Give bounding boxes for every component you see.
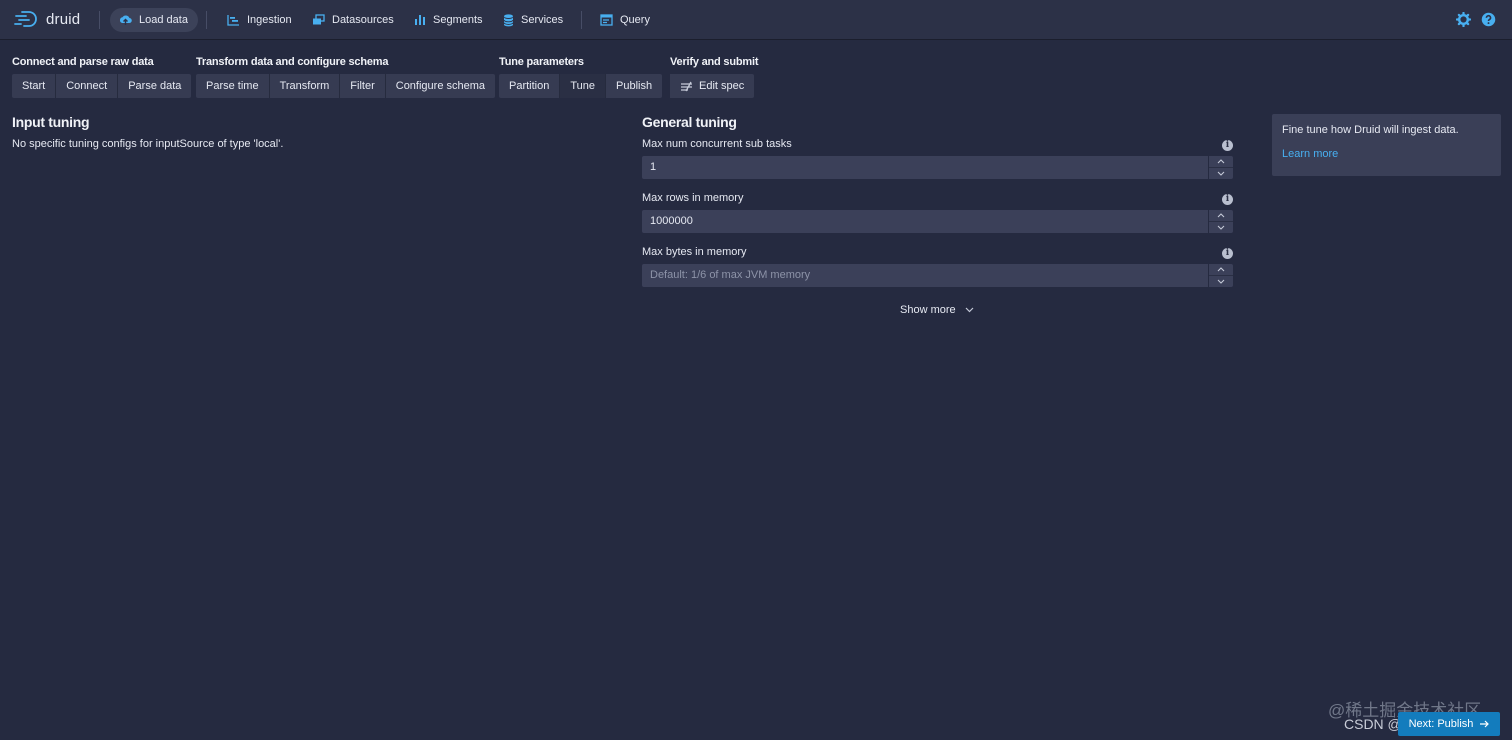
- chevron-up-icon: [1217, 267, 1225, 272]
- nav-divider: [206, 11, 207, 29]
- step-edit-spec-button[interactable]: Edit spec: [670, 74, 755, 98]
- stacked-chart-icon: [415, 15, 425, 25]
- step-connect-button[interactable]: Connect: [56, 74, 119, 98]
- step-group-transform: Transform data and configure schema Pars…: [196, 56, 496, 98]
- chevron-down-icon: [965, 307, 974, 313]
- step-group-verify: Verify and submit Edit spec: [670, 56, 758, 98]
- step-tune-button[interactable]: Tune: [560, 74, 607, 98]
- info-icon[interactable]: i: [1222, 248, 1233, 259]
- nav-divider: [99, 11, 100, 29]
- edit-spec-icon: [681, 81, 692, 91]
- database-icon: [503, 13, 514, 26]
- input-tuning-title: Input tuning: [12, 114, 90, 130]
- learn-more-link[interactable]: Learn more: [1282, 148, 1338, 160]
- chevron-down-icon: [1217, 171, 1225, 176]
- nav-services[interactable]: Services: [503, 8, 563, 32]
- next-button-label: Next: Publish: [1408, 718, 1474, 730]
- field-label: Max rows in memory: [642, 192, 744, 204]
- info-callout: Fine tune how Druid will ingest data. Le…: [1272, 114, 1501, 176]
- help-icon[interactable]: [1481, 12, 1496, 27]
- number-stepper: [1209, 264, 1233, 287]
- nav-segments-label: Segments: [433, 14, 483, 26]
- chevron-down-icon: [1217, 225, 1225, 230]
- nav-query-label: Query: [620, 14, 650, 26]
- increment-button[interactable]: [1209, 264, 1233, 276]
- nav-load-data-label: Load data: [139, 14, 188, 26]
- info-icon[interactable]: i: [1222, 194, 1233, 205]
- nav-load-data[interactable]: Load data: [110, 8, 198, 32]
- nav-datasources[interactable]: Datasources: [312, 8, 394, 32]
- step-group-connect: Connect and parse raw data Start Connect…: [12, 56, 192, 98]
- number-stepper: [1209, 210, 1233, 233]
- csdn-watermark: CSDN @: [1344, 716, 1402, 732]
- input-tuning-text: No specific tuning configs for inputSour…: [12, 138, 284, 150]
- cloud-upload-icon: [119, 15, 132, 25]
- druid-logo-icon: [14, 11, 37, 27]
- callout-text: Fine tune how Druid will ingest data.: [1282, 124, 1459, 136]
- chevron-down-icon: [1217, 279, 1225, 284]
- nav-datasources-label: Datasources: [332, 14, 394, 26]
- chevron-up-icon: [1217, 213, 1225, 218]
- step-filter-button[interactable]: Filter: [340, 74, 386, 98]
- top-navbar: druid Load data Ingestion Datasources Se…: [0, 0, 1512, 39]
- step-edit-spec-label: Edit spec: [699, 80, 745, 92]
- nav-segments[interactable]: Segments: [414, 8, 483, 32]
- nav-query[interactable]: Query: [600, 8, 650, 32]
- step-group-title: Connect and parse raw data: [12, 56, 154, 68]
- multi-select-icon: [313, 14, 325, 25]
- nav-ingestion[interactable]: Ingestion: [227, 8, 292, 32]
- step-group-tune: Tune parameters Partition Tune Publish: [499, 56, 663, 98]
- nav-ingestion-label: Ingestion: [247, 14, 292, 26]
- decrement-button[interactable]: [1209, 222, 1233, 233]
- chevron-up-icon: [1217, 159, 1225, 164]
- step-group-title: Transform data and configure schema: [196, 56, 389, 68]
- field-label: Max num concurrent sub tasks: [642, 138, 792, 150]
- step-group-title: Verify and submit: [670, 56, 759, 68]
- step-transform-button[interactable]: Transform: [269, 74, 341, 98]
- nav-services-label: Services: [521, 14, 564, 26]
- application-icon: [600, 14, 613, 26]
- next-publish-button[interactable]: Next: Publish: [1398, 712, 1500, 736]
- max-rows-in-memory-input[interactable]: 1000000: [642, 210, 1208, 233]
- step-start-button[interactable]: Start: [12, 74, 57, 98]
- step-parse-data-button[interactable]: Parse data: [118, 74, 192, 98]
- general-tuning-title: General tuning: [642, 114, 737, 130]
- increment-button[interactable]: [1209, 210, 1233, 222]
- max-bytes-in-memory-input[interactable]: Default: 1/6 of max JVM memory: [642, 264, 1208, 287]
- logo-text: druid: [46, 10, 81, 28]
- step-publish-button[interactable]: Publish: [606, 74, 663, 98]
- nav-divider: [581, 11, 582, 29]
- cog-icon[interactable]: [1456, 12, 1471, 27]
- gantt-chart-icon: [227, 15, 239, 26]
- decrement-button[interactable]: [1209, 276, 1233, 287]
- step-configure-schema-button[interactable]: Configure schema: [385, 74, 496, 98]
- info-icon[interactable]: i: [1222, 140, 1233, 151]
- max-num-concurrent-sub-tasks-input[interactable]: 1: [642, 156, 1208, 179]
- number-stepper: [1209, 156, 1233, 179]
- druid-logo[interactable]: druid: [14, 9, 80, 29]
- step-parse-time-button[interactable]: Parse time: [196, 74, 270, 98]
- show-more-button[interactable]: Show more: [900, 302, 974, 318]
- arrow-right-icon: [1480, 720, 1490, 728]
- increment-button[interactable]: [1209, 156, 1233, 168]
- show-more-label: Show more: [900, 304, 956, 316]
- step-group-title: Tune parameters: [499, 56, 584, 68]
- step-partition-button[interactable]: Partition: [499, 74, 561, 98]
- field-label: Max bytes in memory: [642, 246, 747, 258]
- decrement-button[interactable]: [1209, 168, 1233, 179]
